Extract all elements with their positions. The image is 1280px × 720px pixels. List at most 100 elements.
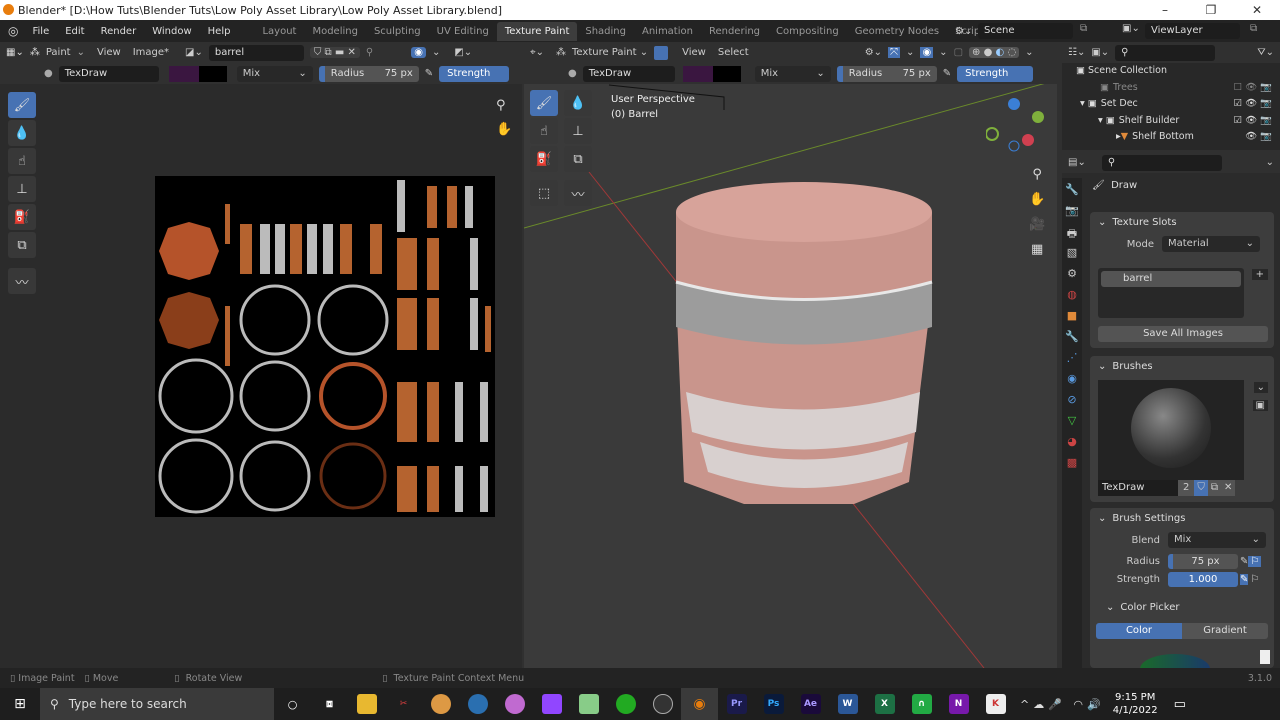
zoom-icon[interactable]: ⚲ <box>496 94 512 118</box>
pan-hand-icon[interactable]: ✋ <box>1029 187 1045 212</box>
menu-view[interactable]: View <box>682 47 706 58</box>
material-shading-icon[interactable]: ◐ <box>996 47 1005 58</box>
tab-modeling[interactable]: Modeling <box>304 22 366 41</box>
brush-users-count[interactable]: 2 <box>1178 480 1194 496</box>
panel-header[interactable]: ⌄ Texture Slots <box>1090 212 1274 232</box>
primary-color-swatch[interactable] <box>168 65 199 82</box>
physics-tab-icon[interactable]: ◉ <box>1064 372 1080 388</box>
properties-search-input[interactable]: ⚲ <box>1101 154 1222 171</box>
radius-slider[interactable]: 75 px <box>1168 554 1238 569</box>
pressure-icon[interactable]: ✎ <box>1240 574 1249 585</box>
visibility-icons[interactable]: ☑ 👁 📷 <box>1234 113 1280 130</box>
notepad-icon[interactable] <box>570 688 607 720</box>
panel-header[interactable]: ⌄ Brush Settings <box>1090 508 1274 528</box>
gradient-tab[interactable]: Gradient <box>1182 623 1268 639</box>
chrome-icon[interactable] <box>422 688 459 720</box>
annotate-tool-icon[interactable]: 〰 <box>564 180 592 206</box>
fake-user-icon[interactable]: ⛉ <box>1194 480 1208 496</box>
unlink-icon[interactable]: ✕ <box>348 47 356 58</box>
soften-tool-icon[interactable]: 💧 <box>564 90 592 116</box>
save-all-images-button[interactable]: Save All Images <box>1098 326 1268 342</box>
outliner-search-input[interactable]: ⚲ <box>1115 44 1216 61</box>
display-mode-icon[interactable]: ☷⌄ <box>1068 47 1085 58</box>
zoom-icon[interactable]: ⚲ <box>1029 162 1045 187</box>
tool-tab-icon[interactable]: 🔧 <box>1064 183 1080 199</box>
blend-dropdown[interactable]: Mix ⌄ <box>1168 532 1266 548</box>
menu-image[interactable]: Image* <box>133 47 169 58</box>
menu-file[interactable]: File <box>24 26 57 37</box>
menu-help[interactable]: Help <box>200 26 239 37</box>
editor-type-icon[interactable]: ⌖⌄ <box>530 47 544 58</box>
secondary-color-swatch[interactable] <box>712 65 741 82</box>
unified-size-icon[interactable]: ⚐ <box>1248 556 1262 567</box>
green-headphones-icon[interactable]: ∩ <box>903 688 940 720</box>
navigation-gizmo[interactable] <box>986 96 1046 156</box>
fill-tool-icon[interactable]: ⛽ <box>8 204 36 230</box>
xray-icon[interactable]: ▢ <box>954 47 963 58</box>
blender-taskbar-icon[interactable]: ◉ <box>681 688 718 720</box>
add-slot-button[interactable]: + <box>1251 269 1268 280</box>
scene-tab-icon[interactable]: ⚙ <box>1064 267 1080 283</box>
mode-dropdown[interactable]: Material ⌄ <box>1162 236 1260 252</box>
panel-header[interactable]: ⌄ Brushes <box>1090 356 1274 376</box>
radius-slider[interactable]: Radius 75 px <box>318 65 419 82</box>
world-tab-icon[interactable]: ◍ <box>1064 288 1080 304</box>
menu-select[interactable]: Select <box>718 47 749 58</box>
task-view-icon[interactable]: ⧈ <box>311 688 348 720</box>
primary-color-swatch[interactable] <box>682 65 713 82</box>
draw-tool-icon[interactable]: 🖌 <box>8 92 36 118</box>
outliner-item[interactable]: ▾ ▣ Shelf Builder ☑ 👁 📷 <box>1076 113 1280 130</box>
solid-shading-icon[interactable]: ● <box>984 47 993 58</box>
clone-tool-icon[interactable]: ⊥ <box>8 176 36 202</box>
clone-tool-icon[interactable]: ⊥ <box>564 118 592 144</box>
fake-user-icon[interactable]: ⛉ <box>314 47 322 58</box>
output-tab-icon[interactable]: 🖶 <box>1064 225 1080 241</box>
data-tab-icon[interactable]: ▽ <box>1064 414 1080 430</box>
perspective-grid-icon[interactable]: ▦ <box>1029 237 1045 262</box>
draw-tool-icon[interactable]: 🖌 <box>530 90 558 116</box>
outliner-item[interactable]: ▣ Trees ☐ 👁 📷 <box>1076 80 1280 97</box>
mask-tool-icon[interactable]: ⧉ <box>8 232 36 258</box>
tab-texture-paint[interactable]: Texture Paint <box>496 21 578 41</box>
tab-compositing[interactable]: Compositing <box>768 22 847 41</box>
new-image-icon[interactable]: ⧉ <box>325 47 332 58</box>
tab-layout[interactable]: Layout <box>254 22 304 41</box>
itunes-icon[interactable] <box>496 688 533 720</box>
modifier-tab-icon[interactable]: 🔧 <box>1064 330 1080 346</box>
object-tab-icon[interactable]: ■ <box>1064 309 1080 325</box>
pressure-icon[interactable]: ✎ <box>1240 556 1248 567</box>
rendered-shading-icon[interactable]: ◌ <box>1007 47 1016 58</box>
paint-mask-toggle[interactable] <box>654 45 669 60</box>
system-tray-icons[interactable]: ^☁🎤 ◠🔊 <box>1020 698 1105 711</box>
image-browse-icon[interactable]: ◪⌄ <box>185 47 203 58</box>
after-effects-icon[interactable]: Ae <box>792 688 829 720</box>
view-layer-selector[interactable]: ViewLayer <box>1145 23 1240 39</box>
render-tab-icon[interactable]: 📷 <box>1064 204 1080 220</box>
pressure-icon[interactable]: ✎ <box>425 68 433 79</box>
new-view-layer-icon[interactable]: ⧉ <box>1250 23 1257 34</box>
blend-dropdown[interactable]: Mix ⌄ <box>236 65 313 82</box>
premiere-icon[interactable]: Pr <box>718 688 755 720</box>
select-box-tool-icon[interactable]: ⬚ <box>530 180 558 206</box>
blend-dropdown[interactable]: Mix ⌄ <box>754 65 831 82</box>
texture-slot-item[interactable]: barrel <box>1101 271 1241 287</box>
outliner-item[interactable]: ▾ ▣ Set Dec ☑ 👁 📷 <box>1076 96 1280 113</box>
steam-icon[interactable] <box>459 688 496 720</box>
tab-uv-editing[interactable]: UV Editing <box>429 22 497 41</box>
texture-tab-icon[interactable]: ▩ <box>1064 456 1080 472</box>
visibility-icons[interactable]: ☑ 👁 📷 <box>1234 96 1280 113</box>
tab-sculpting[interactable]: Sculpting <box>366 22 429 41</box>
wireframe-shading-icon[interactable]: ⊕ <box>972 47 980 58</box>
tab-animation[interactable]: Animation <box>634 22 701 41</box>
menu-render[interactable]: Render <box>93 26 145 37</box>
image-editor[interactable]: ▦⌄ ⁂ Paint ⌄ View Image* ◪⌄ barrel ⛉ ⧉ ▬ … <box>0 42 522 668</box>
photoshop-icon[interactable]: Ps <box>755 688 792 720</box>
file-explorer-icon[interactable] <box>348 688 385 720</box>
strength-slider[interactable]: 1.000 <box>1168 572 1238 587</box>
view-layer-tab-icon[interactable]: ▧ <box>1064 246 1080 262</box>
filter-view-icon[interactable]: ▣⌄ <box>1091 47 1109 58</box>
twitch-icon[interactable] <box>533 688 570 720</box>
3d-viewport[interactable]: ⌖⌄ ⁂ Texture Paint ⌄ View Select ⚙⌄ ⤧ ⌄ ◉… <box>524 42 1057 668</box>
menu-edit[interactable]: Edit <box>57 26 92 37</box>
obs-icon[interactable] <box>644 688 681 720</box>
